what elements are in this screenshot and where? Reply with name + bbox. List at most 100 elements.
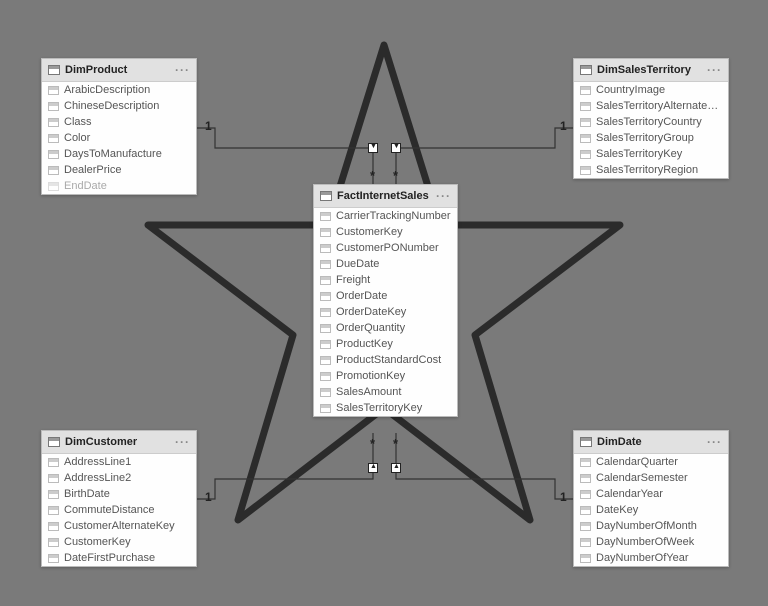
table-dimproduct[interactable]: DimProduct ··· ArabicDescription Chinese… xyxy=(41,58,197,195)
field-list: CountryImage SalesTerritoryAlternateKey … xyxy=(574,82,728,178)
column-icon xyxy=(48,134,59,143)
cardinality-many: * xyxy=(393,436,398,451)
field-item[interactable]: DayNumberOfWeek xyxy=(574,534,728,550)
table-header[interactable]: DimDate ··· xyxy=(574,431,728,454)
column-icon xyxy=(580,474,591,483)
field-item[interactable]: OrderDate xyxy=(314,288,457,304)
column-icon xyxy=(580,522,591,531)
field-item[interactable]: DealerPrice xyxy=(42,162,196,178)
column-icon xyxy=(320,244,331,253)
field-list: CalendarQuarter CalendarSemester Calenda… xyxy=(574,454,728,566)
field-item[interactable]: SalesTerritoryAlternateKey xyxy=(574,98,728,114)
table-icon xyxy=(320,191,332,201)
table-header[interactable]: DimProduct ··· xyxy=(42,59,196,82)
field-item[interactable]: CustomerAlternateKey xyxy=(42,518,196,534)
field-list: ArabicDescription ChineseDescription Cla… xyxy=(42,82,196,194)
filter-direction-icon xyxy=(391,463,401,473)
field-item[interactable]: CommuteDistance xyxy=(42,502,196,518)
filter-direction-icon xyxy=(391,143,401,153)
field-item[interactable]: PromotionKey xyxy=(314,368,457,384)
field-item[interactable]: CalendarSemester xyxy=(574,470,728,486)
more-icon[interactable]: ··· xyxy=(175,63,190,77)
field-item[interactable]: ProductKey xyxy=(314,336,457,352)
cardinality-many: * xyxy=(393,168,398,183)
field-item[interactable]: DayNumberOfYear xyxy=(574,550,728,566)
field-item[interactable]: BirthDate xyxy=(42,486,196,502)
field-item[interactable]: CalendarQuarter xyxy=(574,454,728,470)
field-item[interactable]: ChineseDescription xyxy=(42,98,196,114)
table-icon xyxy=(48,437,60,447)
field-item[interactable]: OrderQuantity xyxy=(314,320,457,336)
column-icon xyxy=(580,134,591,143)
more-icon[interactable]: ··· xyxy=(707,63,722,77)
column-icon xyxy=(320,228,331,237)
field-item[interactable]: SalesTerritoryRegion xyxy=(574,162,728,178)
cardinality-many: * xyxy=(370,168,375,183)
table-dimdate[interactable]: DimDate ··· CalendarQuarter CalendarSeme… xyxy=(573,430,729,567)
field-item[interactable]: AddressLine2 xyxy=(42,470,196,486)
field-item[interactable]: DateKey xyxy=(574,502,728,518)
field-item[interactable]: AddressLine1 xyxy=(42,454,196,470)
field-item[interactable]: CustomerPONumber xyxy=(314,240,457,256)
field-item[interactable]: Color xyxy=(42,130,196,146)
column-icon xyxy=(48,522,59,531)
column-icon xyxy=(48,182,59,191)
filter-direction-icon xyxy=(368,463,378,473)
column-icon xyxy=(580,538,591,547)
field-item[interactable]: OrderDateKey xyxy=(314,304,457,320)
column-icon xyxy=(320,276,331,285)
field-item[interactable]: SalesTerritoryCountry xyxy=(574,114,728,130)
column-icon xyxy=(320,292,331,301)
table-icon xyxy=(580,437,592,447)
column-icon xyxy=(48,86,59,95)
column-icon xyxy=(48,474,59,483)
field-item[interactable]: SalesTerritoryKey xyxy=(314,400,457,416)
field-item[interactable]: ProductStandardCost xyxy=(314,352,457,368)
field-item[interactable]: CustomerKey xyxy=(314,224,457,240)
table-title: DimDate xyxy=(597,436,707,448)
field-item[interactable]: CustomerKey xyxy=(42,534,196,550)
field-item[interactable]: ArabicDescription xyxy=(42,82,196,98)
field-item[interactable]: DaysToManufacture xyxy=(42,146,196,162)
column-icon xyxy=(320,260,331,269)
more-icon[interactable]: ··· xyxy=(436,189,451,203)
field-item[interactable]: Class xyxy=(42,114,196,130)
column-icon xyxy=(320,324,331,333)
field-item[interactable]: DueDate xyxy=(314,256,457,272)
table-icon xyxy=(580,65,592,75)
field-item[interactable]: Freight xyxy=(314,272,457,288)
table-header[interactable]: FactInternetSales ··· xyxy=(314,185,457,208)
column-icon xyxy=(320,212,331,221)
column-icon xyxy=(580,490,591,499)
table-header[interactable]: DimSalesTerritory ··· xyxy=(574,59,728,82)
table-dimcustomer[interactable]: DimCustomer ··· AddressLine1 AddressLine… xyxy=(41,430,197,567)
field-item[interactable]: EndDate xyxy=(42,178,196,194)
column-icon xyxy=(48,118,59,127)
column-icon xyxy=(48,166,59,175)
table-factinternetsales[interactable]: FactInternetSales ··· CarrierTrackingNum… xyxy=(313,184,458,417)
column-icon xyxy=(320,404,331,413)
field-item[interactable]: SalesTerritoryGroup xyxy=(574,130,728,146)
cardinality-one: 1 xyxy=(560,490,567,504)
table-title: DimCustomer xyxy=(65,436,175,448)
table-dimsalesterritory[interactable]: DimSalesTerritory ··· CountryImage Sales… xyxy=(573,58,729,179)
field-item[interactable]: SalesAmount xyxy=(314,384,457,400)
field-item[interactable]: SalesTerritoryKey xyxy=(574,146,728,162)
field-item[interactable]: DayNumberOfMonth xyxy=(574,518,728,534)
cardinality-one: 1 xyxy=(205,490,212,504)
field-item[interactable]: DateFirstPurchase xyxy=(42,550,196,566)
column-icon xyxy=(580,102,591,111)
column-icon xyxy=(48,150,59,159)
field-item[interactable]: CountryImage xyxy=(574,82,728,98)
column-icon xyxy=(48,458,59,467)
more-icon[interactable]: ··· xyxy=(707,435,722,449)
field-item[interactable]: CarrierTrackingNumber xyxy=(314,208,457,224)
cardinality-one: 1 xyxy=(205,119,212,133)
column-icon xyxy=(320,340,331,349)
column-icon xyxy=(580,506,591,515)
table-header[interactable]: DimCustomer ··· xyxy=(42,431,196,454)
field-item[interactable]: CalendarYear xyxy=(574,486,728,502)
field-list: AddressLine1 AddressLine2 BirthDate Comm… xyxy=(42,454,196,566)
column-icon xyxy=(580,458,591,467)
more-icon[interactable]: ··· xyxy=(175,435,190,449)
